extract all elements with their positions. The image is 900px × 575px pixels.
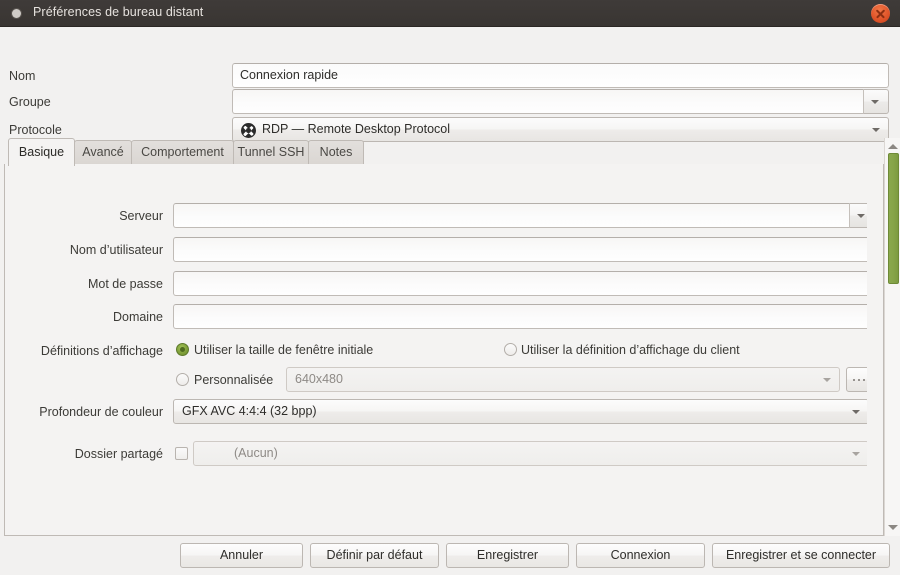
chevron-down-icon — [852, 410, 860, 414]
chevron-down-icon — [857, 214, 865, 218]
groupe-input[interactable] — [232, 89, 863, 114]
profondeur-couleur-combobox[interactable]: GFX AVC 4:4:4 (32 bpp) — [173, 399, 867, 424]
window-titlebar: Préférences de bureau distant — [0, 0, 900, 27]
vertical-scrollbar[interactable] — [884, 138, 900, 536]
custom-resolution-combobox[interactable]: 640x480 — [286, 367, 840, 392]
tab-notes[interactable]: Notes — [308, 140, 364, 165]
window-menu-icon[interactable] — [12, 9, 21, 18]
cancel-button[interactable]: Annuler — [180, 543, 303, 568]
groupe-label: Groupe — [9, 95, 51, 109]
set-default-button[interactable]: Définir par défaut — [310, 543, 439, 568]
basique-tab-panel: Serveur Nom d’utilisateur Mot de passe D… — [4, 164, 884, 536]
rdp-protocol-icon — [241, 123, 256, 138]
tab-strip: Basique Avancé Comportement Tunnel SSH N… — [4, 138, 884, 165]
tab-basique[interactable]: Basique — [8, 138, 75, 166]
top-form: Nom Connexion rapide Groupe Protocole RD… — [0, 27, 900, 128]
mot-de-passe-input[interactable] — [173, 271, 867, 296]
remote-desktop-preferences-window: Préférences de bureau distant Nom Connex… — [0, 0, 900, 575]
nom-input[interactable]: Connexion rapide — [232, 63, 889, 88]
custom-resolution-value: 640x480 — [295, 372, 343, 386]
groupe-dropdown-button[interactable] — [863, 89, 889, 114]
scrollbar-thumb[interactable] — [888, 153, 899, 284]
radio-custom-resolution-label[interactable]: Personnalisée — [194, 373, 273, 387]
close-icon[interactable] — [871, 4, 890, 23]
scroll-down-arrow-icon[interactable] — [888, 525, 898, 530]
domaine-input[interactable] — [173, 304, 867, 329]
dossier-partage-value: (Aucun) — [234, 446, 278, 460]
radio-initial-window-size-label[interactable]: Utiliser la taille de fenêtre initiale — [194, 343, 373, 357]
serveur-dropdown-button[interactable] — [849, 203, 867, 228]
chevron-down-icon — [823, 378, 831, 382]
chevron-down-icon — [872, 128, 880, 132]
resolution-browse-button[interactable] — [846, 367, 867, 392]
window-title: Préférences de bureau distant — [33, 5, 203, 19]
connect-button[interactable]: Connexion — [576, 543, 705, 568]
basique-form: Serveur Nom d’utilisateur Mot de passe D… — [5, 164, 867, 534]
dialog-button-bar: Annuler Définir par défaut Enregistrer C… — [0, 536, 900, 575]
chevron-down-icon — [871, 100, 879, 104]
scroll-up-arrow-icon[interactable] — [888, 144, 898, 149]
nom-utilisateur-label: Nom d’utilisateur — [5, 243, 163, 257]
tab-comportement[interactable]: Comportement — [131, 140, 234, 165]
serveur-label: Serveur — [5, 209, 163, 223]
settings-notebook: Basique Avancé Comportement Tunnel SSH N… — [4, 138, 884, 536]
profondeur-couleur-label: Profondeur de couleur — [5, 405, 163, 419]
dossier-partage-checkbox[interactable] — [175, 447, 188, 460]
chevron-down-icon — [852, 452, 860, 456]
tab-avance[interactable]: Avancé — [74, 140, 132, 165]
domaine-label: Domaine — [5, 310, 163, 324]
dossier-partage-combobox[interactable]: (Aucun) — [193, 441, 867, 466]
save-button[interactable]: Enregistrer — [446, 543, 569, 568]
protocole-value: RDP — Remote Desktop Protocol — [262, 122, 450, 136]
tab-tunnel-ssh[interactable]: Tunnel SSH — [233, 140, 309, 165]
definitions-affichage-label: Définitions d’affichage — [5, 344, 163, 358]
mot-de-passe-label: Mot de passe — [5, 277, 163, 291]
radio-initial-window-size[interactable] — [176, 343, 189, 356]
serveur-input[interactable] — [173, 203, 849, 228]
radio-client-resolution-label[interactable]: Utiliser la définition d’affichage du cl… — [521, 343, 740, 357]
dots-icon — [853, 379, 855, 381]
radio-custom-resolution[interactable] — [176, 373, 189, 386]
profondeur-couleur-value: GFX AVC 4:4:4 (32 bpp) — [182, 404, 317, 418]
protocole-label: Protocole — [9, 123, 62, 137]
nom-utilisateur-input[interactable] — [173, 237, 867, 262]
dossier-partage-label: Dossier partagé — [5, 447, 163, 461]
save-and-connect-button[interactable]: Enregistrer et se connecter — [712, 543, 890, 568]
radio-client-resolution[interactable] — [504, 343, 517, 356]
nom-label: Nom — [9, 69, 35, 83]
